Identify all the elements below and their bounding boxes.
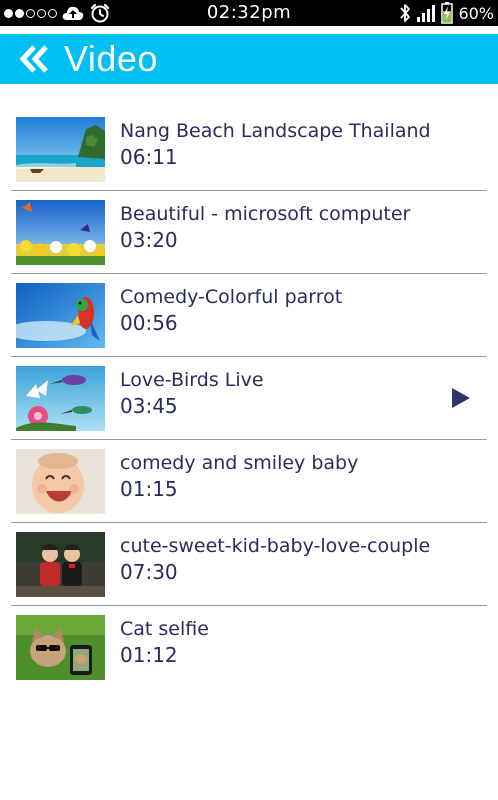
video-item[interactable]: Comedy-Colorful parrot 00:56: [11, 274, 487, 357]
beach-thumbnail: [16, 117, 105, 182]
parrot-thumbnail: [16, 283, 105, 348]
video-item[interactable]: Nang Beach Landscape Thailand 06:11: [11, 108, 487, 191]
bluetooth-icon: [399, 3, 411, 23]
video-title: comedy and smiley baby: [120, 452, 359, 474]
hummingbird-thumbnail: [16, 366, 105, 431]
video-title: Cat selfie: [120, 618, 209, 640]
video-duration: 01:15: [120, 477, 178, 501]
video-item[interactable]: Love-Birds Live 03:45: [11, 357, 487, 440]
battery-charging-icon: [441, 2, 454, 24]
status-bar: 02:32pm 60%: [0, 0, 498, 26]
video-duration: 01:12: [120, 643, 178, 667]
video-title: Comedy-Colorful parrot: [120, 286, 343, 308]
video-title: Love-Birds Live: [120, 369, 264, 391]
flowers-thumbnail: [16, 200, 105, 265]
cat-thumbnail: [16, 615, 105, 680]
video-item[interactable]: cute-sweet-kid-baby-love-couple 07:30: [11, 523, 487, 606]
play-icon[interactable]: [451, 387, 471, 413]
kids-thumbnail: [16, 532, 105, 597]
video-title: Nang Beach Landscape Thailand: [120, 120, 431, 142]
video-duration: 07:30: [120, 560, 178, 584]
video-title: Beautiful - microsoft computer: [120, 203, 411, 225]
baby-thumbnail: [16, 449, 105, 514]
video-list: Nang Beach Landscape Thailand 06:11 Beau…: [0, 108, 498, 688]
app-header: Video: [0, 34, 498, 84]
video-title: cute-sweet-kid-baby-love-couple: [120, 535, 431, 557]
video-item[interactable]: Beautiful - microsoft computer 03:20: [11, 191, 487, 274]
back-button[interactable]: [10, 34, 58, 84]
video-item[interactable]: comedy and smiley baby 01:15: [11, 440, 487, 523]
video-duration: 00:56: [120, 311, 178, 335]
double-chevron-left-icon: [19, 45, 48, 73]
video-duration: 06:11: [120, 145, 178, 169]
page-title: Video: [64, 38, 158, 79]
video-item[interactable]: Cat selfie 01:12: [11, 606, 487, 688]
video-duration: 03:45: [120, 394, 178, 418]
battery-percent: 60%: [458, 3, 494, 23]
cell-signal-icon: [416, 3, 436, 23]
video-duration: 03:20: [120, 228, 178, 252]
